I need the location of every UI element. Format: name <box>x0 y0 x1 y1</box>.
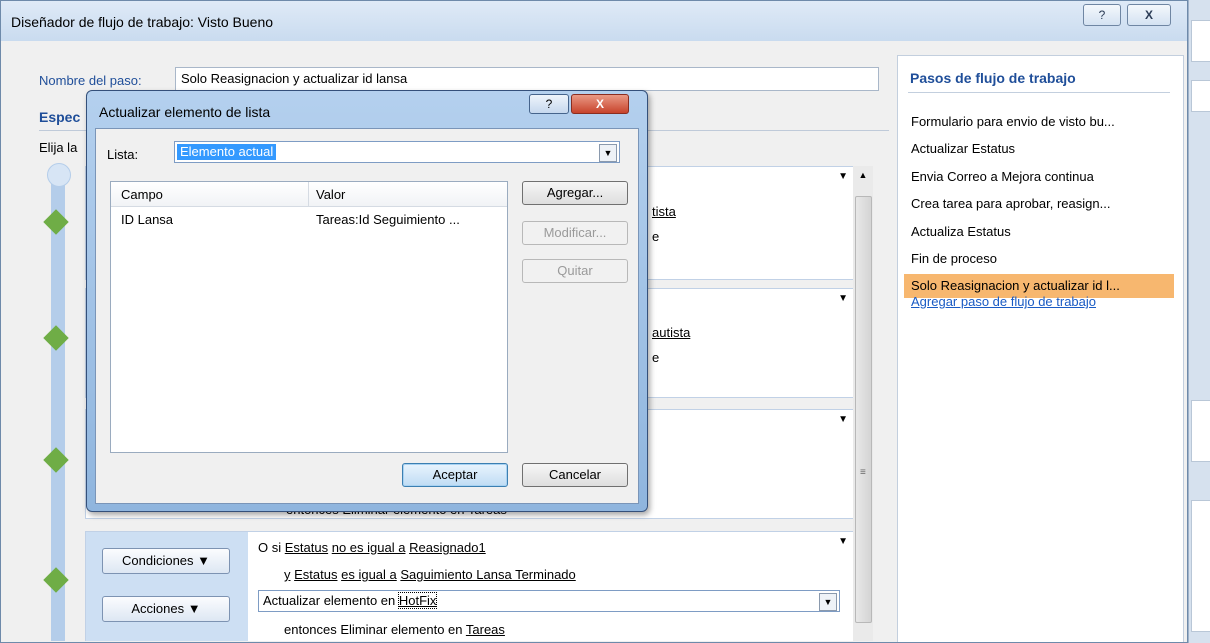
branch-controls: Condiciones ▼ Acciones ▼ <box>86 532 248 641</box>
remove-button[interactable]: Quitar <box>522 259 628 283</box>
timeline-start <box>47 163 71 187</box>
step-name-input[interactable]: Solo Reasignacion y actualizar id lansa <box>175 67 879 91</box>
fields-table: Campo Valor ID Lansa Tareas:Id Seguimien… <box>110 181 508 453</box>
step-name-label: Nombre del paso: <box>39 73 142 88</box>
action-line: entonces Eliminar elemento en Tareas <box>284 622 505 637</box>
update-list-item-dialog: Actualizar elemento de lista ? X Lista: … <box>86 90 648 512</box>
add-step-link[interactable]: Agregar paso de flujo de trabajo <box>911 294 1096 309</box>
column-separator[interactable] <box>308 182 309 206</box>
branch-menu-arrow-icon[interactable]: ▼ <box>838 536 848 547</box>
action-target-link[interactable]: HotFix <box>397 592 438 609</box>
condition-prefix: O si <box>258 540 282 555</box>
table-header: Campo Valor <box>111 182 507 207</box>
branch-fragment[interactable]: autista <box>652 325 690 340</box>
branch-menu-arrow-icon[interactable]: ▼ <box>838 171 848 182</box>
help-button[interactable]: ? <box>1083 4 1121 26</box>
branch-fragment: e <box>652 350 660 365</box>
step-item[interactable]: Actualizar Estatus <box>904 137 1174 161</box>
condition-line: y Estatus es igual a Saguimiento Lansa T… <box>284 567 576 582</box>
step-item[interactable]: Envia Correo a Mejora continua <box>904 165 1174 189</box>
grip-icon: ≡ <box>860 467 866 478</box>
list-label: Lista: <box>107 147 139 162</box>
close-button[interactable]: X <box>1127 4 1171 26</box>
ok-button[interactable]: Aceptar <box>402 463 508 487</box>
workflow-steps-panel: Pasos de flujo de trabajo Formulario par… <box>897 55 1184 642</box>
branch-menu-arrow-icon[interactable]: ▼ <box>838 414 848 425</box>
condition-field-link[interactable]: Estatus <box>285 540 328 555</box>
condition-operator-link[interactable]: no es igual a <box>332 540 406 555</box>
background-fragment <box>1191 80 1210 112</box>
step-item[interactable]: Formulario para envio de visto bu... <box>904 110 1174 134</box>
branch-fragment: e <box>652 229 660 244</box>
modify-button[interactable]: Modificar... <box>522 221 628 245</box>
chevron-down-icon[interactable]: ▼ <box>819 593 837 611</box>
dialog-title: Actualizar elemento de lista <box>99 104 271 120</box>
action-prefix: entonces Eliminar elemento en <box>284 622 463 637</box>
condition-line: O si Estatus no es igual a Reasignado1 <box>258 540 486 555</box>
chevron-down-icon[interactable]: ▼ <box>599 144 617 162</box>
background-window <box>1188 0 1210 643</box>
dialog-help-button[interactable]: ? <box>529 94 569 114</box>
background-fragment <box>1191 500 1210 632</box>
window-title: Diseñador de flujo de trabajo: Visto Bue… <box>11 14 274 30</box>
condition-value-link[interactable]: Saguimiento Lansa Terminado <box>400 567 575 582</box>
condition-field-link[interactable]: Estatus <box>294 567 337 582</box>
condition-operator-link[interactable]: es igual a <box>341 567 397 582</box>
vertical-scrollbar[interactable]: ▲ ≡ <box>853 166 873 641</box>
condition-value-link[interactable]: Reasignado1 <box>409 540 486 555</box>
divider <box>908 92 1170 93</box>
add-button[interactable]: Agregar... <box>522 181 628 205</box>
action-target-link[interactable]: Tareas <box>466 622 505 637</box>
choose-label: Elija la <box>39 140 78 155</box>
column-header[interactable]: Valor <box>316 187 345 202</box>
dialog-body: Lista: Elemento actual ▼ Campo Valor ID … <box>95 128 639 504</box>
step-item[interactable]: Actualiza Estatus <box>904 220 1174 244</box>
branch-block: Condiciones ▼ Acciones ▼ ▼ O si Estatus … <box>85 531 857 641</box>
steps-panel-title: Pasos de flujo de trabajo <box>910 70 1076 86</box>
title-bar: Diseñador de flujo de trabajo: Visto Bue… <box>1 1 1187 41</box>
table-cell[interactable]: Tareas:Id Seguimiento ... <box>316 212 460 227</box>
scroll-thumb[interactable]: ≡ <box>855 196 872 623</box>
list-select[interactable]: Elemento actual ▼ <box>174 141 620 163</box>
background-fragment <box>1191 20 1210 62</box>
conditions-button[interactable]: Condiciones ▼ <box>102 548 230 574</box>
step-item[interactable]: Fin de proceso <box>904 247 1174 271</box>
cancel-button[interactable]: Cancelar <box>522 463 628 487</box>
condition-prefix[interactable]: y <box>284 567 291 582</box>
branch-menu-arrow-icon[interactable]: ▼ <box>838 293 848 304</box>
table-cell[interactable]: ID Lansa <box>121 212 173 227</box>
step-item[interactable]: Crea tarea para aprobar, reasign... <box>904 192 1174 216</box>
actions-button[interactable]: Acciones ▼ <box>102 596 230 622</box>
scroll-up-icon[interactable]: ▲ <box>853 166 873 184</box>
column-header[interactable]: Campo <box>121 187 163 202</box>
dialog-close-button[interactable]: X <box>571 94 629 114</box>
branch-fragment[interactable]: tista <box>652 204 676 219</box>
list-select-value: Elemento actual <box>177 144 277 160</box>
background-fragment <box>1191 400 1210 462</box>
action-prefix: Actualizar elemento en <box>263 593 396 608</box>
action-select[interactable]: Actualizar elemento en HotFix ▼ <box>258 590 840 612</box>
specify-heading: Espec <box>39 109 81 125</box>
